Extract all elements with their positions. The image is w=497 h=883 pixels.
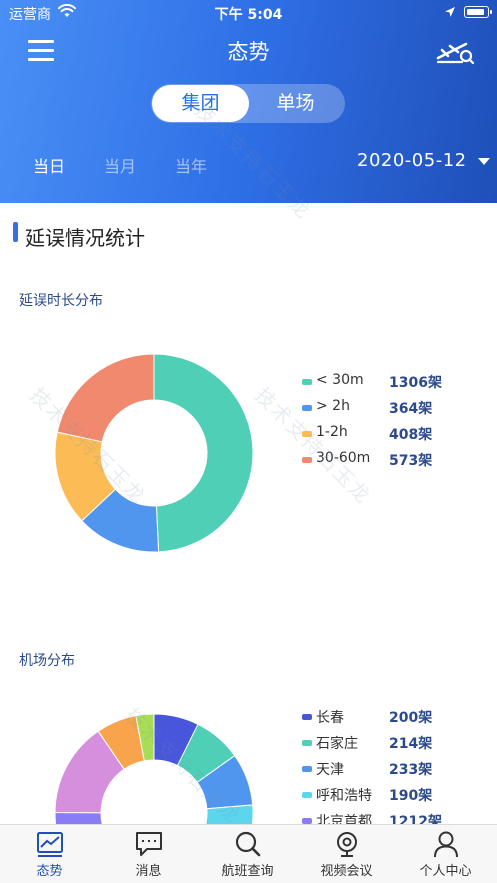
app-screen: 运营商 下午 5:04 态势 集团 单场 当日 当月 当年 2020-05-12… xyxy=(0,0,497,883)
legend-label: 石家庄 xyxy=(316,736,358,752)
video-conference-icon xyxy=(337,832,357,857)
tab-label: 个人中心 xyxy=(419,864,472,879)
flight-search-icon[interactable] xyxy=(436,36,476,66)
tab-messages[interactable]: 消息 xyxy=(99,825,198,883)
legend-label: 天津 xyxy=(316,762,344,778)
legend-swatch xyxy=(302,792,312,798)
legend-label: 呼和浩特 xyxy=(316,788,372,804)
delay-slice-3[interactable] xyxy=(56,353,155,443)
tab-video-conference[interactable]: 视频会议 xyxy=(297,825,396,883)
chevron-down-icon[interactable] xyxy=(478,158,490,165)
legend-swatch xyxy=(302,405,312,411)
legend-label: > 2h xyxy=(316,398,350,414)
header-banner: 运营商 下午 5:04 态势 集团 单场 当日 当月 当年 2020-05-12 xyxy=(0,0,497,203)
airport-donut-chart xyxy=(54,713,254,824)
user-icon xyxy=(434,831,458,858)
period-year[interactable]: 当年 xyxy=(175,153,207,177)
legend-value: 573架 xyxy=(389,453,433,469)
scope-switch: 集团 单场 xyxy=(151,84,345,123)
tab-label: 态势 xyxy=(36,864,63,879)
page-title: 态势 xyxy=(227,40,270,64)
tab-situation[interactable]: 态势 xyxy=(0,825,99,883)
legend-value: 1306架 xyxy=(389,375,442,391)
trend-chart-icon xyxy=(37,832,63,857)
section-accent-bar xyxy=(13,222,18,242)
tab-bar: 态势 消息 航班查询 视频会议 个人中心 xyxy=(0,824,497,883)
legend-swatch xyxy=(302,740,312,746)
legend-value: 408架 xyxy=(389,427,433,443)
delay-donut-chart xyxy=(54,353,254,553)
legend-label: 1-2h xyxy=(316,424,348,440)
legend-swatch xyxy=(302,457,312,463)
legend-swatch xyxy=(302,431,312,437)
battery-icon xyxy=(464,6,492,18)
tab-flight-query[interactable]: 航班查询 xyxy=(198,825,297,883)
legend-label: 30-60m xyxy=(316,450,371,466)
tab-profile[interactable]: 个人中心 xyxy=(396,825,495,883)
location-arrow-icon xyxy=(445,7,455,17)
nav-bar: 态势 xyxy=(0,26,497,76)
delay-slice-0[interactable] xyxy=(153,353,254,553)
period-month[interactable]: 当月 xyxy=(104,153,136,177)
legend-value: 190架 xyxy=(389,788,433,804)
tab-label: 视频会议 xyxy=(320,864,373,879)
legend-label: 长春 xyxy=(316,710,344,726)
status-bar: 运营商 下午 5:04 xyxy=(0,0,497,26)
legend-swatch xyxy=(302,714,312,720)
date-picker[interactable]: 2020-05-12 xyxy=(357,150,467,171)
legend-value: 200架 xyxy=(389,710,433,726)
legend-value: 233架 xyxy=(389,762,433,778)
section-title: 延误情况统计 xyxy=(25,226,145,250)
delay-chart-title: 延误时长分布 xyxy=(19,293,103,309)
message-icon xyxy=(136,832,162,856)
legend-label: < 30m xyxy=(316,372,364,388)
legend-swatch xyxy=(302,766,312,772)
legend-swatch xyxy=(302,379,312,385)
legend-value: 214架 xyxy=(389,736,433,752)
segment-single-airport[interactable]: 单场 xyxy=(247,85,344,122)
flight-query-icon xyxy=(235,831,261,857)
battery-level xyxy=(466,8,484,15)
segment-group[interactable]: 集团 xyxy=(152,85,249,122)
airport-chart-title: 机场分布 xyxy=(19,653,75,669)
legend-value: 364架 xyxy=(389,401,433,417)
tab-label: 消息 xyxy=(135,864,162,879)
tab-label: 航班查询 xyxy=(221,864,274,879)
clock: 下午 5:04 xyxy=(214,7,283,23)
period-today[interactable]: 当日 xyxy=(33,153,65,177)
